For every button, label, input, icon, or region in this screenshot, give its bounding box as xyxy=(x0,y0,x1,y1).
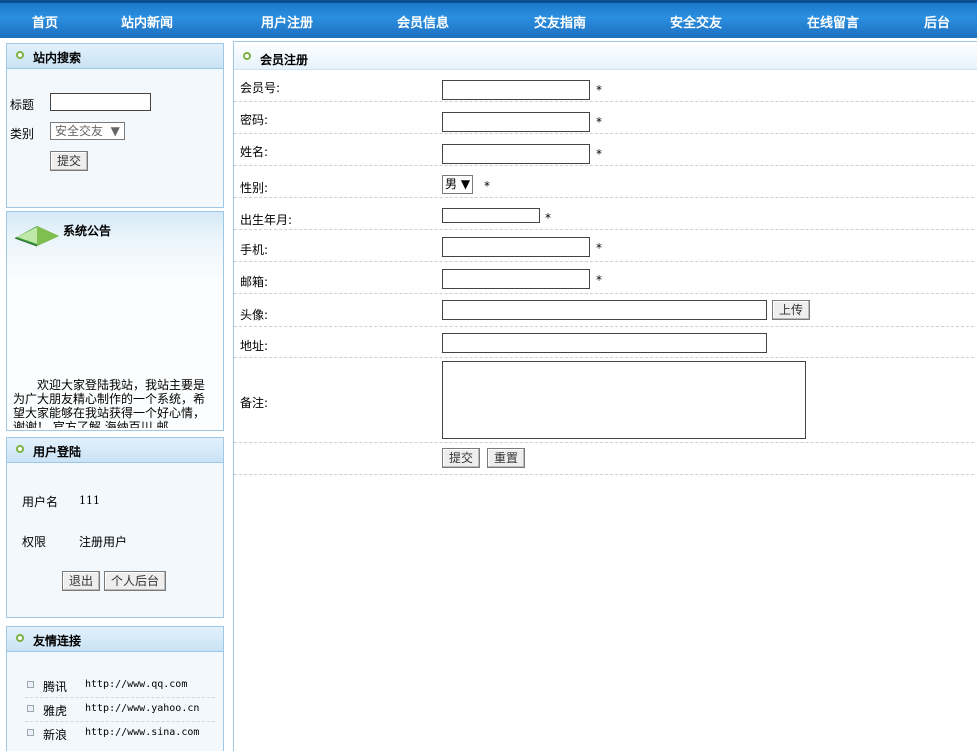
birth-label: 出生年月: xyxy=(240,213,293,227)
remark-textarea[interactable] xyxy=(442,361,806,439)
search-category-label: 类别 xyxy=(10,127,35,141)
bullet-icon xyxy=(16,445,24,453)
gender-value: 男 xyxy=(445,177,458,191)
form-submit-button[interactable]: 提交 xyxy=(442,448,481,468)
username-label: 用户名 xyxy=(22,495,59,509)
required-mark: * xyxy=(596,273,602,287)
address-label: 地址: xyxy=(240,339,269,353)
role-value: 注册用户 xyxy=(79,535,128,549)
link-url[interactable]: http://www.qq.com xyxy=(85,679,187,690)
bullet-icon xyxy=(16,51,24,59)
search-title-input[interactable] xyxy=(50,93,151,111)
phone-input[interactable] xyxy=(442,237,590,257)
form-row-avatar: 头像: 上传 xyxy=(234,294,974,327)
password-label: 密码: xyxy=(240,113,269,127)
name-label: 姓名: xyxy=(240,145,269,159)
search-category-select[interactable]: 安全交友 ▼ xyxy=(50,122,125,140)
link-name[interactable]: 雅虎 xyxy=(43,702,67,719)
email-input[interactable] xyxy=(442,269,590,289)
gender-label: 性别: xyxy=(240,181,269,195)
upload-button[interactable]: 上传 xyxy=(772,300,811,320)
nav-guide[interactable]: 交友指南 xyxy=(534,12,586,31)
dropdown-arrow-icon: ▼ xyxy=(460,177,471,191)
links-panel: 友情连接 腾讯 http://www.qq.com 雅虎 http://www.… xyxy=(6,626,224,751)
required-mark: * xyxy=(596,83,602,97)
search-category-value: 安全交友 xyxy=(55,124,104,138)
form-row-address: 地址: xyxy=(234,327,974,358)
register-panel-header: 会员注册 xyxy=(234,42,977,70)
form-row-phone: 手机: * xyxy=(234,230,974,262)
register-panel: 会员注册 会员号: * 密码: * 姓名: * 性别: 男 ▼ * 出生年月: … xyxy=(233,41,977,751)
address-input[interactable] xyxy=(442,333,767,353)
search-panel-header: 站内搜索 xyxy=(7,44,223,69)
nav-safe-dating[interactable]: 安全交友 xyxy=(670,12,722,31)
form-row-gender: 性别: 男 ▼ * xyxy=(234,166,974,198)
link-item[interactable]: 新浪 http://www.sina.com xyxy=(25,723,215,745)
square-bullet-icon xyxy=(27,681,34,688)
username-value: 111 xyxy=(79,494,100,507)
link-name[interactable]: 腾讯 xyxy=(43,678,67,695)
required-mark: * xyxy=(596,115,602,129)
search-panel: 站内搜索 标题 类别 安全交友 ▼ 提交 xyxy=(6,43,224,208)
notice-panel: 系统公告 欢迎大家登陆我站，我站主要是为广大朋友精心制作的一个系统，希望大家能够… xyxy=(6,211,224,431)
login-panel: 用户登陆 用户名 111 权限 注册用户 退出 个人后台 xyxy=(6,437,224,618)
password-input[interactable] xyxy=(442,112,590,132)
bullet-icon xyxy=(16,634,24,642)
form-row-name: 姓名: * xyxy=(234,134,974,166)
phone-label: 手机: xyxy=(240,243,269,257)
link-url[interactable]: http://www.sina.com xyxy=(85,727,199,738)
nav-register[interactable]: 用户注册 xyxy=(261,12,313,31)
search-submit-button[interactable]: 提交 xyxy=(50,151,89,171)
gender-select[interactable]: 男 ▼ xyxy=(442,175,474,194)
avatar-label: 头像: xyxy=(240,308,269,322)
nav-admin[interactable]: 后台 xyxy=(924,12,950,31)
member-id-input[interactable] xyxy=(442,80,590,100)
square-bullet-icon xyxy=(27,705,34,712)
links-panel-header: 友情连接 xyxy=(7,627,223,652)
login-panel-header: 用户登陆 xyxy=(7,438,223,463)
search-panel-title: 站内搜索 xyxy=(33,51,82,65)
remark-label: 备注: xyxy=(240,396,269,410)
notice-text: 欢迎大家登陆我站，我站主要是为广大朋友精心制作的一个系统，希望大家能够在我站获得… xyxy=(13,378,206,428)
nav-news[interactable]: 站内新闻 xyxy=(121,12,173,31)
avatar-input[interactable] xyxy=(442,300,767,320)
link-item[interactable]: 雅虎 http://www.yahoo.cn xyxy=(25,699,215,722)
form-row-birth: 出生年月: * xyxy=(234,198,974,230)
nav-home[interactable]: 首页 xyxy=(32,12,58,31)
search-title-label: 标题 xyxy=(10,98,35,112)
form-row-actions: 提交 重置 xyxy=(234,443,974,475)
logout-button[interactable]: 退出 xyxy=(62,571,101,591)
form-row-remark: 备注: xyxy=(234,358,974,443)
notice-title: 系统公告 xyxy=(63,224,112,238)
form-reset-button[interactable]: 重置 xyxy=(487,448,526,468)
nav-message[interactable]: 在线留言 xyxy=(807,12,859,31)
required-mark: * xyxy=(596,241,602,255)
form-row-member-id: 会员号: * xyxy=(234,70,974,102)
link-item[interactable]: 腾讯 http://www.qq.com xyxy=(25,675,215,698)
link-url[interactable]: http://www.yahoo.cn xyxy=(85,703,199,714)
top-nav: 首页 站内新闻 用户注册 会员信息 交友指南 安全交友 在线留言 后台 xyxy=(0,0,977,38)
name-input[interactable] xyxy=(442,144,590,164)
dropdown-arrow-icon: ▼ xyxy=(106,124,120,138)
book-icon xyxy=(14,226,59,247)
birth-input[interactable] xyxy=(442,208,540,223)
required-mark: * xyxy=(545,211,551,225)
role-label: 权限 xyxy=(22,535,47,549)
email-label: 邮箱: xyxy=(240,275,269,289)
required-mark: * xyxy=(484,179,490,193)
required-mark: * xyxy=(596,147,602,161)
bullet-icon xyxy=(243,52,251,60)
form-row-email: 邮箱: * xyxy=(234,262,974,294)
nav-member-info[interactable]: 会员信息 xyxy=(397,12,449,31)
link-name[interactable]: 新浪 xyxy=(43,726,67,743)
form-row-password: 密码: * xyxy=(234,102,974,134)
login-panel-title: 用户登陆 xyxy=(33,445,82,459)
member-id-label: 会员号: xyxy=(240,81,281,95)
links-panel-title: 友情连接 xyxy=(33,634,82,648)
register-panel-title: 会员注册 xyxy=(260,53,309,67)
square-bullet-icon xyxy=(27,729,34,736)
personal-backend-button[interactable]: 个人后台 xyxy=(104,571,167,591)
